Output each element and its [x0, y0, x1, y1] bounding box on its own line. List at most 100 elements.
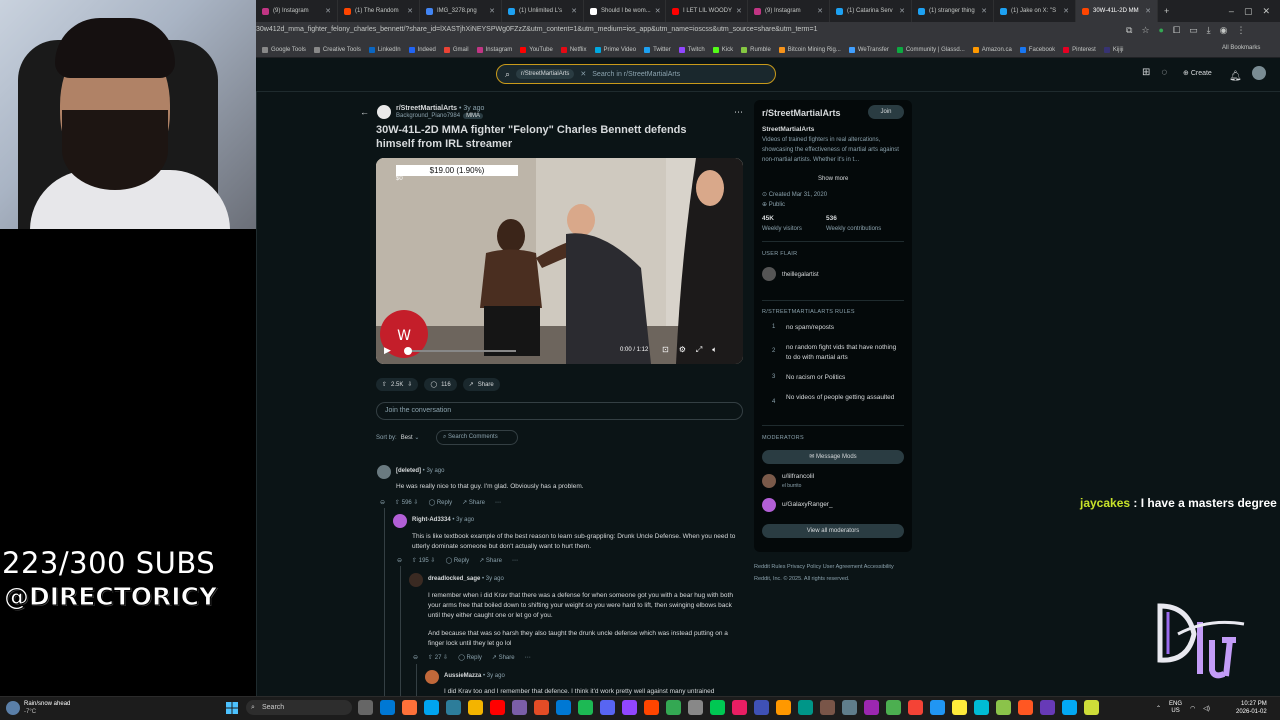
taskbar-app-icon[interactable]: [380, 700, 395, 715]
taskbar-app-icon[interactable]: [776, 700, 791, 715]
message-mods-button[interactable]: ✉ Message Mods: [762, 450, 904, 464]
join-conversation-input[interactable]: Join the conversation: [376, 402, 743, 420]
post-author[interactable]: Background_Piano7984 MMA: [396, 113, 484, 119]
bookmark-item[interactable]: Netflix: [560, 46, 587, 53]
volume-icon[interactable]: 🔈︎: [712, 345, 717, 355]
comment-author[interactable]: [deleted] • 3y ago: [396, 468, 444, 474]
chevron-up-icon[interactable]: ⌃: [1156, 705, 1161, 712]
bookmark-item[interactable]: Kijiji: [1103, 46, 1124, 53]
bookmark-item[interactable]: LinkedIn: [368, 46, 401, 53]
bookmark-item[interactable]: Kick: [712, 46, 733, 53]
subreddit-avatar[interactable]: [377, 105, 391, 119]
taskbar-app-icon[interactable]: [1062, 700, 1077, 715]
share-button[interactable]: ↗ Share: [462, 378, 500, 391]
minimize-icon[interactable]: –: [1229, 6, 1234, 16]
fullscreen-icon[interactable]: ⤢: [696, 345, 702, 355]
bookmark-item[interactable]: Rumble: [741, 46, 771, 53]
taskbar-app-icon[interactable]: [864, 700, 879, 715]
sort-by[interactable]: Sort by: Best ⌄: [376, 434, 419, 441]
upvote-icon[interactable]: ⇧ 596 ⇩: [395, 499, 418, 506]
browser-tab[interactable]: (1) Jake on X: "S ✕: [994, 0, 1076, 22]
downvote-icon[interactable]: ⇩: [407, 381, 412, 388]
taskbar-app-icon[interactable]: [358, 700, 373, 715]
browser-tab[interactable]: I LET LIL WOODY ✕: [666, 0, 748, 22]
extension-icon[interactable]: ●: [1159, 25, 1164, 36]
taskbar-app-icon[interactable]: [952, 700, 967, 715]
back-arrow-icon[interactable]: ←: [360, 107, 369, 117]
reply-button[interactable]: ◯ Reply: [428, 499, 452, 506]
taskbar-app-icon[interactable]: [622, 700, 637, 715]
bookmark-item[interactable]: Indeed: [408, 46, 436, 53]
taskbar-app-icon[interactable]: [798, 700, 813, 715]
tab-close-icon[interactable]: ✕: [407, 7, 413, 15]
bookmark-item[interactable]: Bitcoin Mining Rig...: [778, 46, 841, 53]
browser-tab[interactable]: Should I be wom... ✕: [584, 0, 666, 22]
play-icon[interactable]: ▶: [384, 345, 391, 356]
bookmark-item[interactable]: Twitter: [644, 46, 671, 53]
user-flair[interactable]: theillegalartist: [782, 270, 819, 280]
video-player[interactable]: W: [376, 158, 743, 364]
taskbar-app-icon[interactable]: [1040, 700, 1055, 715]
taskbar-app-icon[interactable]: [534, 700, 549, 715]
bookmark-item[interactable]: Prime Video: [594, 46, 636, 53]
taskbar-app-icon[interactable]: [468, 700, 483, 715]
search-comments-input[interactable]: ⌕ Search Comments: [436, 430, 518, 445]
footer-links[interactable]: Reddit Rules Privacy Policy User Agreeme…: [754, 564, 894, 570]
bookmark-item[interactable]: Google Tools: [262, 46, 306, 53]
reply-button[interactable]: ◯ Reply: [445, 557, 469, 564]
taskbar-app-icon[interactable]: [446, 700, 461, 715]
moderator-name[interactable]: u/GalaxyRanger_: [782, 500, 833, 510]
bookmark-item[interactable]: Gmail: [443, 46, 469, 53]
post-options-icon[interactable]: ⋯: [734, 107, 743, 118]
tab-close-icon[interactable]: ✕: [736, 7, 742, 15]
bookmark-item[interactable]: YouTube: [520, 46, 553, 53]
comments-button[interactable]: ◯ 116: [424, 378, 457, 391]
reddit-search-box[interactable]: ⌕ r/StreetMartialArts ✕ Search in r/Stre…: [496, 64, 776, 84]
join-button[interactable]: Join: [868, 105, 904, 119]
comment-more-icon[interactable]: ⋯: [495, 499, 501, 506]
taskbar-app-icon[interactable]: [908, 700, 923, 715]
new-tab-icon[interactable]: +: [1164, 6, 1169, 16]
install-icon[interactable]: ⧉: [1126, 25, 1132, 36]
url-text[interactable]: 30w412d_mma_fighter_felony_charles_benne…: [256, 26, 817, 33]
post-subreddit[interactable]: r/StreetMartialArts • 3y ago: [396, 105, 484, 112]
sidebar-title[interactable]: r/StreetMartialArts: [762, 108, 841, 118]
taskbar-app-icon[interactable]: [1018, 700, 1033, 715]
settings-gear-icon[interactable]: ⚙: [679, 345, 686, 355]
maximize-icon[interactable]: ▢: [1244, 6, 1253, 17]
tab-close-icon[interactable]: ✕: [1145, 7, 1151, 15]
taskbar-app-icon[interactable]: [930, 700, 945, 715]
bookmark-item[interactable]: Pinterest: [1063, 46, 1096, 53]
browser-tab[interactable]: IMG_3278.png ✕: [420, 0, 502, 22]
taskbar-app-icon[interactable]: [644, 700, 659, 715]
comment-more-icon[interactable]: ⋯: [525, 654, 531, 661]
extensions-puzzle-icon[interactable]: ⧠: [1173, 25, 1180, 36]
captions-icon[interactable]: ⊡: [662, 345, 669, 355]
share-button[interactable]: ↗ Share: [462, 499, 485, 506]
weather-widget[interactable]: Rain/snow ahead -7°C: [24, 700, 70, 716]
taskbar-app-icon[interactable]: [710, 700, 725, 715]
taskbar-app-icon[interactable]: [1084, 700, 1099, 715]
tab-close-icon[interactable]: ✕: [899, 7, 905, 15]
browser-tab[interactable]: 30W-41L-2D MM ✕: [1076, 0, 1158, 22]
profile-icon[interactable]: ◉: [1220, 25, 1228, 36]
comment-author[interactable]: AussieMazza • 3y ago: [444, 673, 505, 679]
taskbar-app-icon[interactable]: [578, 700, 593, 715]
browser-tab[interactable]: (9) Instagram ✕: [256, 0, 338, 22]
taskbar-app-icon[interactable]: [754, 700, 769, 715]
rule-text[interactable]: No racism or Politics: [786, 373, 901, 383]
taskbar-app-icon[interactable]: [996, 700, 1011, 715]
collapse-icon[interactable]: ⊖: [397, 557, 402, 564]
show-more-link[interactable]: Show more: [818, 174, 848, 184]
share-button[interactable]: ↗ Share: [479, 557, 502, 564]
upvote-icon[interactable]: ⇧: [382, 381, 387, 388]
tab-close-icon[interactable]: ✕: [571, 7, 577, 15]
rule-text[interactable]: no spam/reposts: [786, 323, 901, 333]
taskbar-clock[interactable]: 10:27 PM 2026-01-02: [1236, 700, 1267, 716]
weather-icon[interactable]: [6, 701, 20, 715]
bookmark-item[interactable]: Instagram: [476, 46, 512, 53]
taskbar-search[interactable]: ⌕ Search: [246, 700, 352, 715]
comment-author[interactable]: dreadlocked_sage • 3y ago: [428, 576, 504, 582]
bookmark-item[interactable]: WeTransfer: [848, 46, 889, 53]
taskbar-app-icon[interactable]: [974, 700, 989, 715]
